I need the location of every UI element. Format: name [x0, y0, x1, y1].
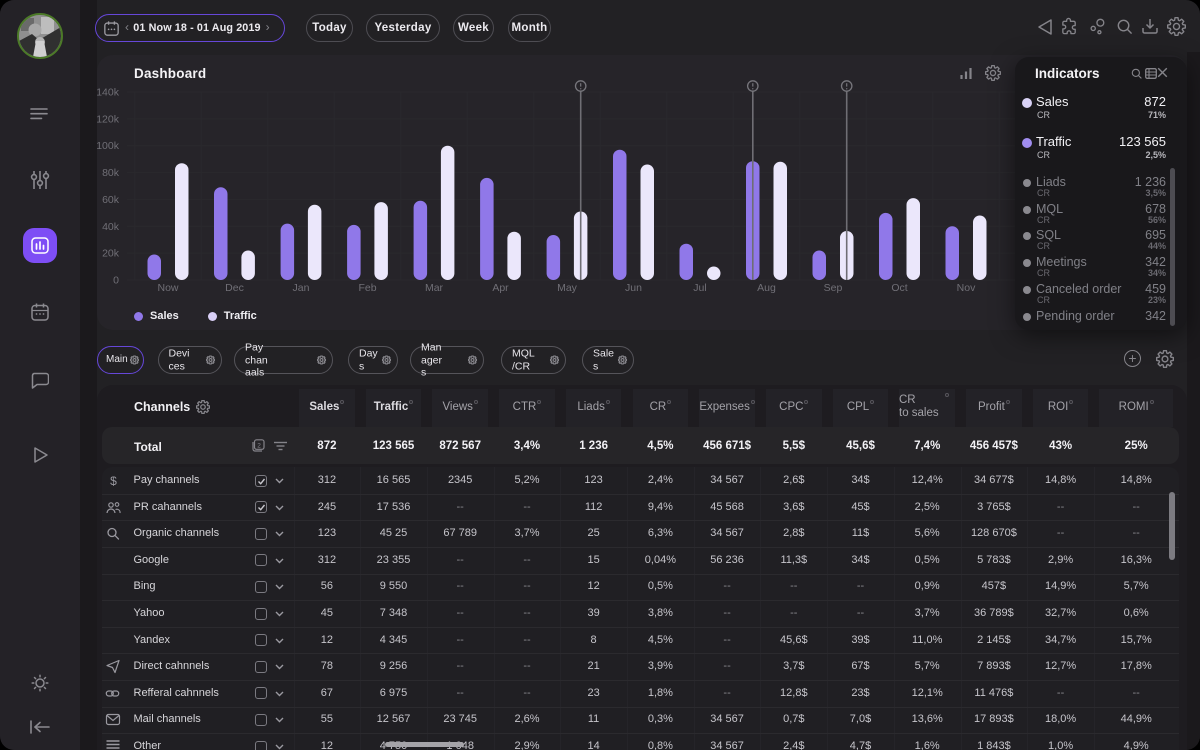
svg-text:$: $ — [110, 474, 117, 488]
svg-text:2: 2 — [257, 443, 261, 450]
